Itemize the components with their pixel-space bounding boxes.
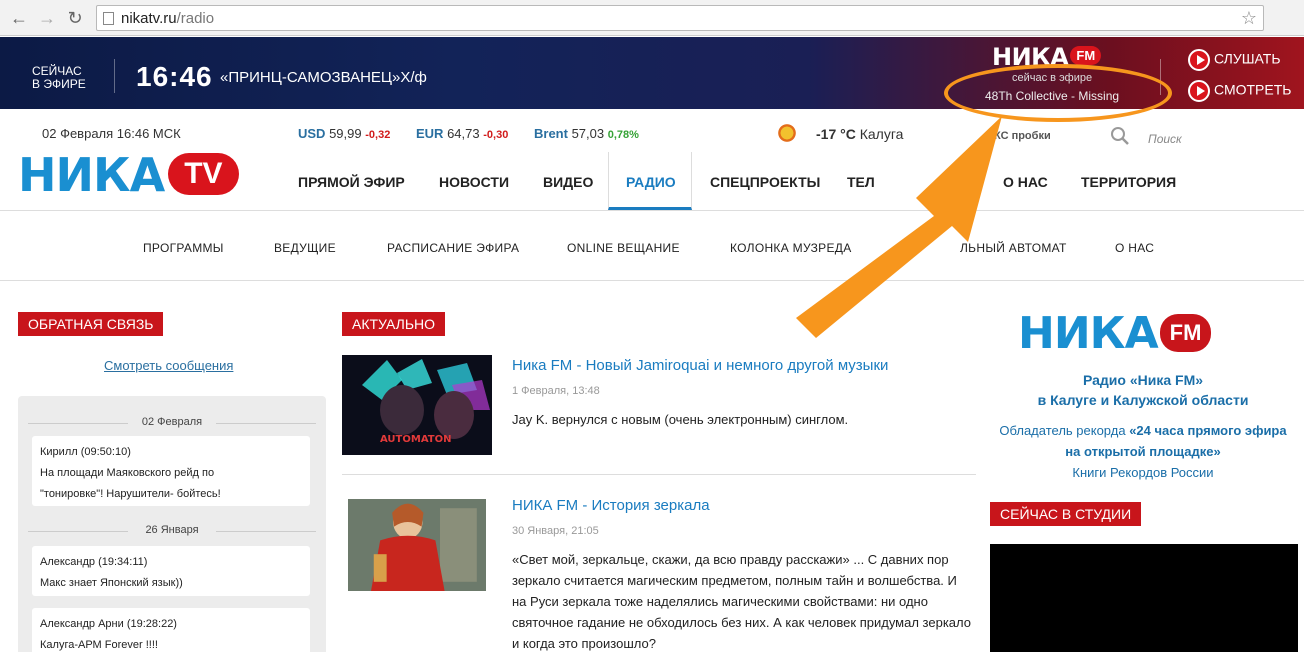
address-bar[interactable]: nikatv.ru/radio ☆ [96,5,1264,31]
listen-button[interactable]: СЛУШАТЬ [1188,49,1281,71]
day-separator: 26 Января [28,524,316,536]
brent-rate: Brent 57,03 0,78% [534,126,639,141]
subnav-column[interactable]: КОЛОНКА МУЗРЕДА [730,241,852,255]
play-icon [1188,80,1210,102]
news-image-jamiroquai[interactable]: AUTOMATON [342,355,492,455]
bookmark-star-icon[interactable]: ☆ [1241,8,1257,29]
news-item: AUTOMATON Ника FM - Новый Jamiroquai и н… [342,355,976,465]
sub-nav: ПРОГРАММЫ ВЕДУЩИЕ РАСПИСАНИЕ ЭФИРА ONLIN… [0,211,1304,281]
news-text: Jay K. вернулся с новым (очень электронн… [512,412,849,427]
play-icon [1188,49,1210,71]
record-info: Обладатель рекорда «24 часа прямого эфир… [999,423,1287,480]
chat-message: Александр (19:34:11) Макс знает Японский… [32,546,310,596]
feedback-heading: ОБРАТНАЯ СВЯЗЬ [18,312,164,336]
usd-rate: USD 59,99 -0,32 [298,126,391,141]
nav-territory[interactable]: ТЕРРИТОРИЯ [1081,174,1176,190]
studio-video-player[interactable] [990,544,1298,652]
search-icon[interactable] [1110,126,1130,146]
nav-radio[interactable]: РАДИО [626,174,676,190]
chat-message: Александр Арни (19:28:22) Калуга-АРМ For… [32,608,310,652]
weather[interactable]: -17 °С Калуга [816,126,903,142]
back-arrow-icon[interactable]: ← [8,7,30,29]
nav-about[interactable]: О НАС [1003,174,1048,190]
nav-special[interactable]: СПЕЦПРОЕКТЫ [710,174,820,190]
reload-icon[interactable]: ↻ [64,7,86,29]
eur-rate: EUR 64,73 -0,30 [416,126,509,141]
news-text: «Свет мой, зеркальце, скажи, да всю прав… [512,552,971,651]
nika-fm-big-logo[interactable]: НИКА FM [1018,310,1212,358]
url-text[interactable]: nikatv.ru/radio [121,10,214,27]
news-title[interactable]: НИКА FM - История зеркала [512,497,710,514]
subnav-programs[interactable]: ПРОГРАММЫ [143,241,224,255]
news-title[interactable]: Ника FM - Новый Jamiroquai и немного дру… [512,357,888,374]
search-input[interactable]: Поиск [1148,132,1182,146]
nav-live[interactable]: ПРЯМОЙ ЭФИР [298,174,405,190]
subnav-about[interactable]: О НАС [1115,241,1154,255]
page-icon [103,12,114,25]
subnav-music-machine-part[interactable]: М [904,241,914,255]
news-item: НИКА FM - История зеркала 30 Января, 21:… [342,495,976,652]
watch-button[interactable]: СМОТРЕТЬ [1188,80,1291,102]
sun-icon [776,122,798,144]
subnav-schedule[interactable]: РАСПИСАНИЕ ЭФИРА [387,241,519,255]
nav-tel[interactable]: ТЕЛ [847,174,875,190]
news-image-caption: AUTOMATON [380,434,451,445]
radio-title: Радио «Ника FM» в Калуге и Калужской обл… [1037,372,1249,408]
highlight-ellipse [944,64,1172,122]
traffic-link[interactable]: КС пробки [994,130,1051,142]
news-image-mirror[interactable] [348,495,486,595]
actual-heading: АКТУАЛЬНО [342,312,446,336]
forward-arrow-icon[interactable]: → [36,7,58,29]
nav-video[interactable]: ВИДЕО [543,174,593,190]
subnav-hosts[interactable]: ВЕДУЩИЕ [274,241,336,255]
subnav-music-machine[interactable]: ЛЬНЫЙ АВТОМАТ [960,241,1067,255]
divider [342,474,976,475]
current-date: 02 Февраля 16:46 МСК [42,126,181,141]
divider [114,59,115,93]
now-on-air-label: СЕЙЧАС В ЭФИРЕ [32,64,86,91]
live-time: 16:46 [136,61,213,92]
nav-news[interactable]: НОВОСТИ [439,174,509,190]
live-show-title[interactable]: «ПРИНЦ-САМОЗВАНЕЦ»Х/ф [220,69,427,86]
chat-box: 02 Февраля Кирилл (09:50:10) На площади … [18,396,326,652]
chat-message: Кирилл (09:50:10) На площади Маяковского… [32,436,310,506]
studio-heading: СЕЙЧАС В СТУДИИ [990,502,1142,526]
subnav-online[interactable]: ONLINE ВЕЩАНИЕ [567,241,680,255]
browser-toolbar: ← → ↻ nikatv.ru/radio ☆ [0,0,1304,36]
nika-tv-logo[interactable]: НИКА TV [18,150,239,200]
see-messages-link[interactable]: Смотреть сообщения [104,358,233,373]
news-date: 1 Февраля, 13:48 [512,385,600,397]
news-date: 30 Января, 21:05 [512,525,599,537]
day-separator: 02 Февраля [28,416,316,428]
